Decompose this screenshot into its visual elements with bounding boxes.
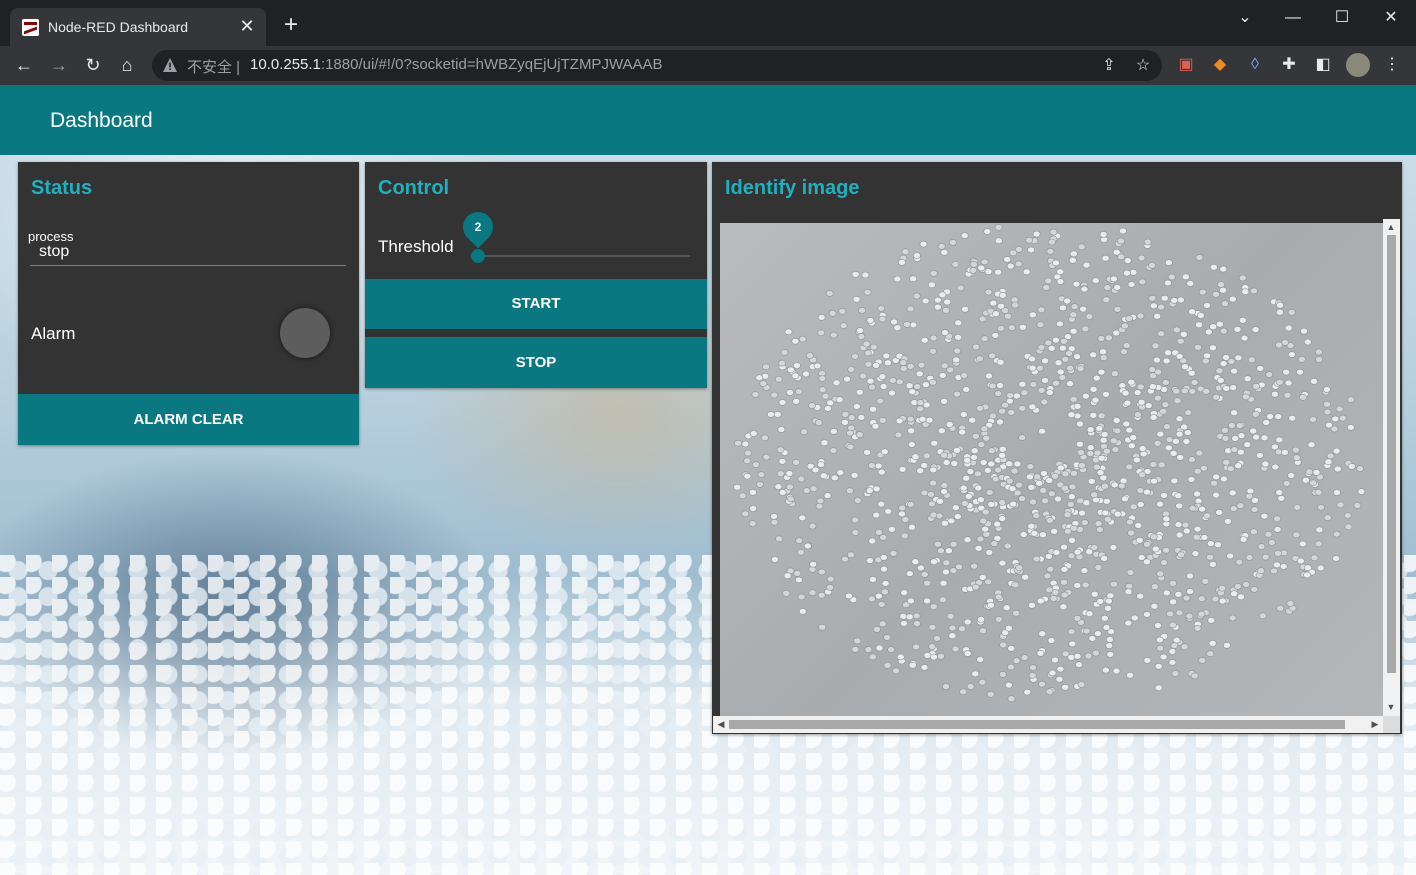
profile-avatar[interactable] [1346,53,1370,77]
tab-title: Node-RED Dashboard [48,19,189,35]
identified-image [720,223,1383,716]
process-value: stop [39,243,70,260]
warning-icon[interactable] [162,57,178,73]
scroll-left-arrow-icon[interactable]: ◀ [713,716,729,732]
slider-value-label: 2 [474,220,482,234]
not-secure-label[interactable]: 不安全 | [187,56,240,77]
alarm-clear-button[interactable]: ALARM CLEAR [18,394,359,445]
back-icon[interactable]: ← [11,52,37,78]
tab-close-icon[interactable]: ✕ [236,15,258,37]
browser-toolbar: ← → ↻ ⌂ 不安全 | 10.0.255.1:1880/ui/#!/0?so… [0,46,1416,85]
identify-image-title: Identify image [725,177,860,199]
stop-button[interactable]: STOP [365,337,707,388]
threshold-label: Threshold [378,237,454,256]
horizontal-scroll-thumb[interactable] [729,720,1345,729]
alarm-label: Alarm [31,324,76,343]
slider-thumb[interactable] [471,249,485,263]
vertical-scrollbar[interactable]: ▲ ▼ [1383,219,1400,716]
new-tab-button[interactable]: + [278,12,304,38]
metamask-fox-icon[interactable]: ◆ [1208,53,1232,77]
status-card: Status process stop Alarm ALARM CLEAR [18,162,359,445]
process-underline [30,265,346,266]
scroll-right-arrow-icon[interactable]: ▶ [1367,716,1383,732]
cast-extension-icon[interactable]: ▣ [1174,53,1198,77]
browser-tab[interactable]: Node-RED Dashboard ✕ [10,8,266,46]
scrollbar-corner [1383,716,1400,733]
slider-track[interactable] [478,255,690,257]
window-close-button[interactable]: ✕ [1376,8,1406,28]
vertical-scroll-thumb[interactable] [1387,235,1396,673]
status-title: Status [31,177,93,199]
minimize-button[interactable]: — [1278,8,1308,28]
browser-tab-strip: Node-RED Dashboard ✕ + ⌄ — ☐ ✕ [0,0,1416,46]
node-red-favicon-icon [22,19,39,36]
glass-beads-image [733,224,1366,703]
url-text[interactable]: 10.0.255.1:1880/ui/#!/0?socketid=hWBZyqE… [250,56,663,73]
horizontal-scrollbar[interactable]: ◀ ▶ [713,716,1383,733]
forward-icon[interactable]: → [46,52,72,78]
control-title: Control [378,177,450,199]
share-icon[interactable]: ⇪ [1098,55,1120,77]
start-button[interactable]: START [365,279,707,329]
drop-extension-icon[interactable]: ◊ [1243,53,1267,77]
page-title: Dashboard [50,109,153,132]
extensions-puzzle-icon[interactable]: ✚ [1277,53,1301,77]
tab-search-icon[interactable]: ⌄ [1230,8,1260,28]
dashboard-header: Dashboard [0,85,1416,155]
alarm-led-indicator [280,308,330,358]
bookmark-star-icon[interactable]: ☆ [1132,55,1154,77]
reload-icon[interactable]: ↻ [80,52,106,78]
home-icon[interactable]: ⌂ [114,52,140,78]
url-host: 10.0.255.1 [250,56,321,73]
maximize-button[interactable]: ☐ [1327,8,1357,28]
scroll-up-arrow-icon[interactable]: ▲ [1383,219,1399,235]
url-path: :1880/ui/#!/0?socketid=hWBZyqEjUjTZMPJWA… [320,56,663,73]
process-label: process [28,229,74,244]
scroll-down-arrow-icon[interactable]: ▼ [1383,699,1399,715]
side-panel-icon[interactable]: ◧ [1311,53,1335,77]
dashboard-page: Dashboard Status process stop Alarm ALAR… [0,85,1416,875]
address-bar[interactable]: 不安全 | 10.0.255.1:1880/ui/#!/0?socketid=h… [152,50,1162,81]
control-card: Control Threshold 2 START STOP [365,162,707,388]
chrome-menu-icon[interactable]: ⋮ [1380,53,1404,77]
